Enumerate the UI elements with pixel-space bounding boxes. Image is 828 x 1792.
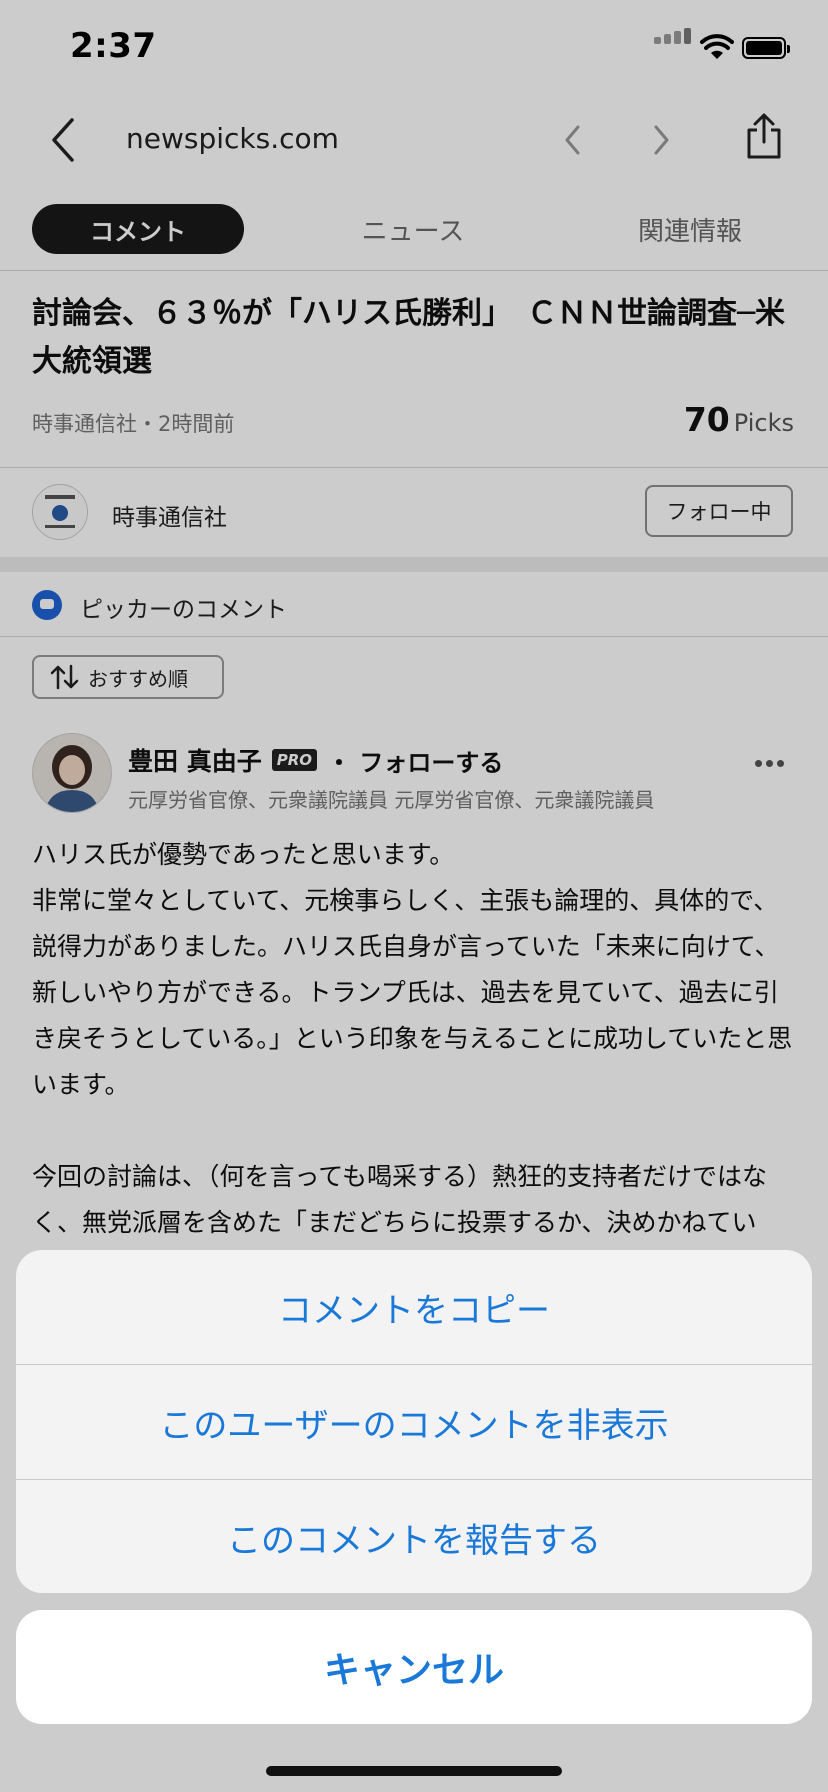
cancel-button[interactable]: キャンセル [16, 1610, 812, 1724]
hide-user-comments-option[interactable]: このユーザーのコメントを非表示 [16, 1365, 812, 1480]
report-comment-option[interactable]: このコメントを報告する [16, 1480, 812, 1593]
home-indicator[interactable] [266, 1766, 562, 1776]
copy-comment-option[interactable]: コメントをコピー [16, 1250, 812, 1365]
action-sheet: コメントをコピー このユーザーのコメントを非表示 このコメントを報告する [16, 1250, 812, 1593]
